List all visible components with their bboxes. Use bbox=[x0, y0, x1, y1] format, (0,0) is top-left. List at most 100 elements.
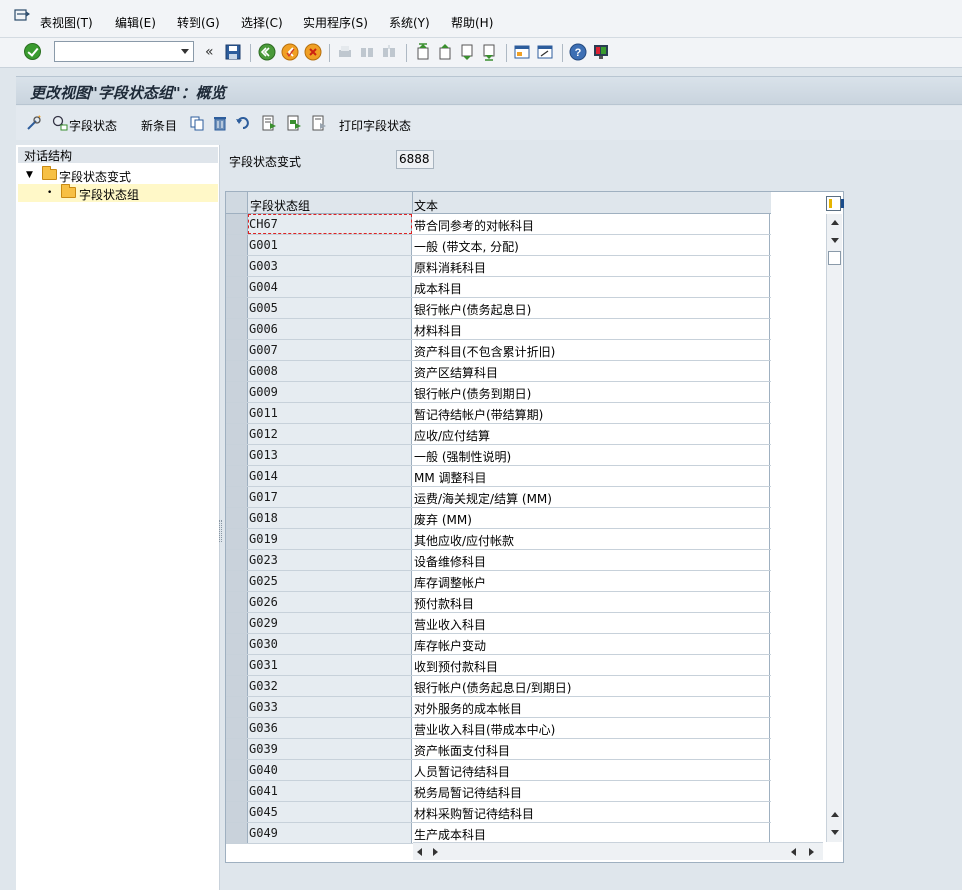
scroll-down-icon[interactable] bbox=[831, 830, 839, 835]
cell-text[interactable]: 应收/应付结算 bbox=[413, 424, 770, 444]
column-header-text[interactable]: 文本 bbox=[414, 197, 438, 214]
select-all-rows-button[interactable] bbox=[226, 192, 248, 213]
table-row[interactable]: G049 生产成本科目 bbox=[226, 823, 771, 844]
cell-text[interactable]: 设备维修科目 bbox=[413, 550, 770, 570]
cell-field-status-group[interactable]: G001 bbox=[248, 235, 412, 255]
new-session-icon[interactable] bbox=[513, 43, 531, 61]
select-all-icon[interactable] bbox=[261, 115, 277, 131]
cell-field-status-group[interactable]: G030 bbox=[248, 634, 412, 654]
table-row[interactable]: G006 材料科目 bbox=[226, 319, 771, 340]
scroll-left-icon[interactable] bbox=[791, 848, 796, 856]
scroll-right-icon[interactable] bbox=[809, 848, 814, 856]
cell-text[interactable]: 银行帐户(债务到期日) bbox=[413, 382, 770, 402]
expand-triangle-icon[interactable]: ▼ bbox=[26, 170, 33, 180]
row-selector[interactable] bbox=[226, 571, 248, 591]
table-row[interactable]: G041 税务局暂记待结科目 bbox=[226, 781, 771, 802]
row-selector[interactable] bbox=[226, 760, 248, 780]
cell-field-status-group[interactable]: G007 bbox=[248, 340, 412, 360]
cell-field-status-group[interactable]: G036 bbox=[248, 718, 412, 738]
cell-field-status-group[interactable]: G041 bbox=[248, 781, 412, 801]
vertical-scrollbar[interactable] bbox=[826, 214, 842, 842]
cell-text[interactable]: 银行帐户(债务起息日) bbox=[413, 298, 770, 318]
new-entries-button[interactable]: 新条目 bbox=[141, 117, 177, 134]
save-icon[interactable] bbox=[224, 43, 242, 61]
cell-text[interactable]: 对外服务的成本帐目 bbox=[413, 697, 770, 717]
cell-field-status-group[interactable]: G045 bbox=[248, 802, 412, 822]
cell-field-status-group[interactable]: G033 bbox=[248, 697, 412, 717]
table-row[interactable]: G026 预付款科目 bbox=[226, 592, 771, 613]
cell-text[interactable]: 营业收入科目(带成本中心) bbox=[413, 718, 770, 738]
row-selector[interactable] bbox=[226, 403, 248, 423]
cell-text[interactable]: 运费/海关规定/结算 (MM) bbox=[413, 487, 770, 507]
row-selector[interactable] bbox=[226, 382, 248, 402]
command-input[interactable] bbox=[55, 42, 175, 61]
cell-text[interactable]: MM 调整科目 bbox=[413, 466, 770, 486]
table-row[interactable]: G019 其他应收/应付帐款 bbox=[226, 529, 771, 550]
menu-selection[interactable]: 选择(C) bbox=[241, 14, 283, 31]
row-selector[interactable] bbox=[226, 361, 248, 381]
table-row[interactable]: G009 银行帐户(债务到期日) bbox=[226, 382, 771, 403]
cell-field-status-group[interactable]: G017 bbox=[248, 487, 412, 507]
prev-page-icon[interactable] bbox=[436, 43, 454, 61]
scroll-thumb[interactable] bbox=[828, 251, 841, 265]
cell-text[interactable]: 废弃 (MM) bbox=[413, 508, 770, 528]
scroll-right-icon[interactable] bbox=[433, 848, 438, 856]
cell-text[interactable]: 银行帐户(债务起息日/到期日) bbox=[413, 676, 770, 696]
cell-field-status-group[interactable]: G025 bbox=[248, 571, 412, 591]
row-selector[interactable] bbox=[226, 340, 248, 360]
cell-text[interactable]: 收到预付款科目 bbox=[413, 655, 770, 675]
select-block-icon[interactable] bbox=[286, 115, 302, 131]
undo-icon[interactable] bbox=[235, 115, 251, 131]
field-status-button[interactable]: 字段状态 bbox=[69, 117, 117, 134]
row-selector[interactable] bbox=[226, 319, 248, 339]
column-header-group[interactable]: 字段状态组 bbox=[250, 197, 310, 214]
table-row[interactable]: G003 原料消耗科目 bbox=[226, 256, 771, 277]
menu-help[interactable]: 帮助(H) bbox=[451, 14, 493, 31]
menu-edit[interactable]: 编辑(E) bbox=[115, 14, 156, 31]
table-row[interactable]: G029 营业收入科目 bbox=[226, 613, 771, 634]
cell-text[interactable]: 资产区结算科目 bbox=[413, 361, 770, 381]
cell-text[interactable]: 营业收入科目 bbox=[413, 613, 770, 633]
cell-text[interactable]: 成本科目 bbox=[413, 277, 770, 297]
menu-table-view[interactable]: 表视图(T) bbox=[40, 14, 93, 31]
last-page-icon[interactable] bbox=[480, 43, 498, 61]
row-selector[interactable] bbox=[226, 277, 248, 297]
row-selector[interactable] bbox=[226, 424, 248, 444]
cell-field-status-group[interactable]: G011 bbox=[248, 403, 412, 423]
cell-field-status-group[interactable]: G040 bbox=[248, 760, 412, 780]
delete-icon[interactable] bbox=[212, 115, 228, 131]
row-selector[interactable] bbox=[226, 214, 248, 234]
cell-text[interactable]: 生产成本科目 bbox=[413, 823, 770, 843]
table-row[interactable]: G030 库存帐户变动 bbox=[226, 634, 771, 655]
next-page-icon[interactable] bbox=[458, 43, 476, 61]
cell-text[interactable]: 原料消耗科目 bbox=[413, 256, 770, 276]
find-icon[interactable] bbox=[358, 43, 376, 61]
cell-field-status-group[interactable]: G012 bbox=[248, 424, 412, 444]
splitter-handle[interactable] bbox=[219, 520, 222, 542]
cell-field-status-group[interactable]: G049 bbox=[248, 823, 412, 843]
table-row[interactable]: G045 材料采购暂记待结科目 bbox=[226, 802, 771, 823]
cell-field-status-group[interactable]: G018 bbox=[248, 508, 412, 528]
cell-field-status-group[interactable]: CH67 bbox=[248, 214, 412, 234]
cell-text[interactable]: 其他应收/应付帐款 bbox=[413, 529, 770, 549]
cell-field-status-group[interactable]: G026 bbox=[248, 592, 412, 612]
table-row[interactable]: G005 银行帐户(债务起息日) bbox=[226, 298, 771, 319]
cell-field-status-group[interactable]: G009 bbox=[248, 382, 412, 402]
cell-field-status-group[interactable]: G005 bbox=[248, 298, 412, 318]
horizontal-scrollbar[interactable] bbox=[413, 842, 823, 860]
cell-text[interactable]: 人员暂记待结科目 bbox=[413, 760, 770, 780]
find-next-icon[interactable] bbox=[380, 43, 398, 61]
cell-field-status-group[interactable]: G031 bbox=[248, 655, 412, 675]
back-icon[interactable] bbox=[258, 43, 276, 61]
table-row[interactable]: G018 废弃 (MM) bbox=[226, 508, 771, 529]
row-selector[interactable] bbox=[226, 256, 248, 276]
shortcut-icon[interactable] bbox=[536, 43, 554, 61]
enter-icon[interactable] bbox=[24, 43, 41, 60]
cell-field-status-group[interactable]: G004 bbox=[248, 277, 412, 297]
cell-text[interactable]: 材料科目 bbox=[413, 319, 770, 339]
row-selector[interactable] bbox=[226, 781, 248, 801]
cell-text[interactable]: 带合同参考的对帐科目 bbox=[413, 214, 770, 234]
table-row[interactable]: G031 收到预付款科目 bbox=[226, 655, 771, 676]
table-row[interactable]: G001 一般 (带文本, 分配) bbox=[226, 235, 771, 256]
table-row[interactable]: G013 一般 (强制性说明) bbox=[226, 445, 771, 466]
